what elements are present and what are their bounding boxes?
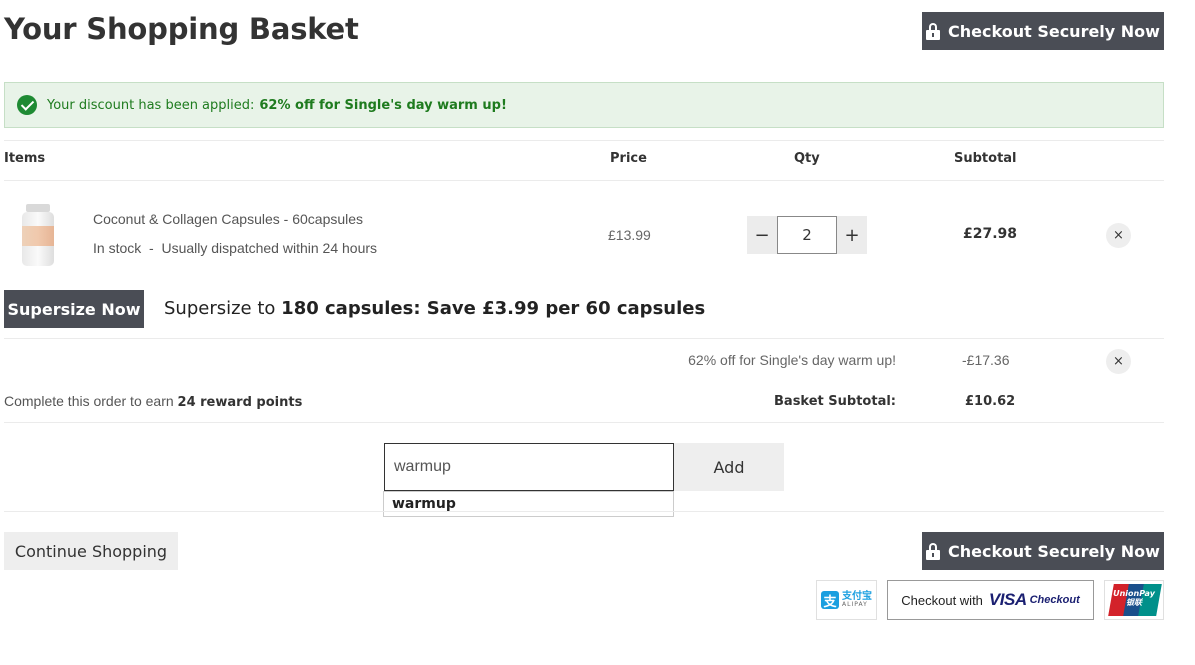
item-subtotal: £27.98 bbox=[963, 226, 1018, 242]
alipay-icon: 支 bbox=[821, 591, 839, 610]
reward-prefix: Complete this order to earn bbox=[4, 393, 174, 409]
supersize-now-button[interactable]: Supersize Now bbox=[4, 290, 144, 328]
reward-points: 24 reward points bbox=[177, 395, 303, 410]
checkout-securely-button-top[interactable]: Checkout Securely Now bbox=[922, 12, 1164, 50]
remove-discount-button[interactable]: × bbox=[1106, 349, 1131, 374]
column-header-items: Items bbox=[4, 151, 46, 166]
checkout-securely-button-bottom[interactable]: Checkout Securely Now bbox=[922, 532, 1164, 570]
notice-text: Your discount has been applied: bbox=[47, 97, 255, 113]
discount-code-input[interactable]: warmup bbox=[384, 443, 674, 491]
divider bbox=[4, 140, 1164, 141]
qty-increase-button[interactable]: + bbox=[837, 216, 867, 254]
column-header-qty: Qty bbox=[794, 151, 820, 166]
alipay-en-text: ALIPAY bbox=[842, 601, 868, 608]
continue-shopping-button[interactable]: Continue Shopping bbox=[4, 532, 178, 570]
visa-prefix: Checkout with bbox=[901, 592, 983, 608]
check-circle-icon bbox=[17, 95, 37, 115]
checkout-label: Checkout Securely Now bbox=[948, 541, 1160, 561]
discount-label: 62% off for Single's day warm up! bbox=[688, 352, 896, 368]
visa-checkout-button[interactable]: Checkout with VISA Checkout bbox=[887, 580, 1094, 620]
supersize-prefix: Supersize to bbox=[164, 298, 276, 319]
unionpay-logo[interactable]: UnionPay 银联 bbox=[1104, 580, 1164, 620]
supersize-bold: 180 capsules: Save £3.99 per 60 capsules bbox=[281, 298, 706, 319]
visa-logo: VISA bbox=[988, 590, 1027, 609]
discount-value: -£17.36 bbox=[962, 352, 1010, 368]
product-price: £13.99 bbox=[608, 227, 651, 243]
column-header-price: Price bbox=[610, 151, 647, 166]
lock-icon bbox=[926, 542, 941, 560]
basket-subtotal-label: Basket Subtotal: bbox=[774, 394, 896, 409]
divider bbox=[4, 338, 1164, 339]
alipay-logo[interactable]: 支 支付宝 ALIPAY bbox=[816, 580, 877, 620]
supersize-offer-text: Supersize to 180 capsules: Save £3.99 pe… bbox=[164, 298, 705, 319]
notice-highlight: 62% off for Single's day warm up! bbox=[259, 97, 507, 113]
discount-applied-notice: Your discount has been applied: 62% off … bbox=[4, 82, 1164, 128]
visa-checkout-text: Checkout bbox=[1029, 594, 1080, 606]
reward-points-text: Complete this order to earn 24 reward po… bbox=[4, 393, 302, 410]
column-header-subtotal: Subtotal bbox=[954, 151, 1017, 166]
page-title: Your Shopping Basket bbox=[4, 12, 359, 46]
remove-item-button[interactable]: × bbox=[1106, 223, 1131, 248]
divider bbox=[4, 422, 1164, 423]
divider bbox=[4, 511, 1164, 512]
unionpay-cn-text: 银联 bbox=[1126, 597, 1142, 607]
product-name-link[interactable]: Coconut & Collagen Capsules - 60capsules bbox=[93, 211, 363, 227]
divider bbox=[4, 180, 1164, 181]
qty-input[interactable]: 2 bbox=[777, 216, 837, 254]
checkout-label: Checkout Securely Now bbox=[948, 21, 1160, 41]
add-code-button[interactable]: Add bbox=[674, 443, 784, 491]
qty-decrease-button[interactable]: − bbox=[747, 216, 777, 254]
basket-subtotal-value: £10.62 bbox=[965, 394, 1016, 409]
product-stock-status: In stock - Usually dispatched within 24 … bbox=[93, 240, 378, 256]
lock-icon bbox=[926, 22, 941, 40]
product-image[interactable] bbox=[16, 204, 60, 266]
autocomplete-suggestion[interactable]: warmup bbox=[383, 491, 674, 517]
